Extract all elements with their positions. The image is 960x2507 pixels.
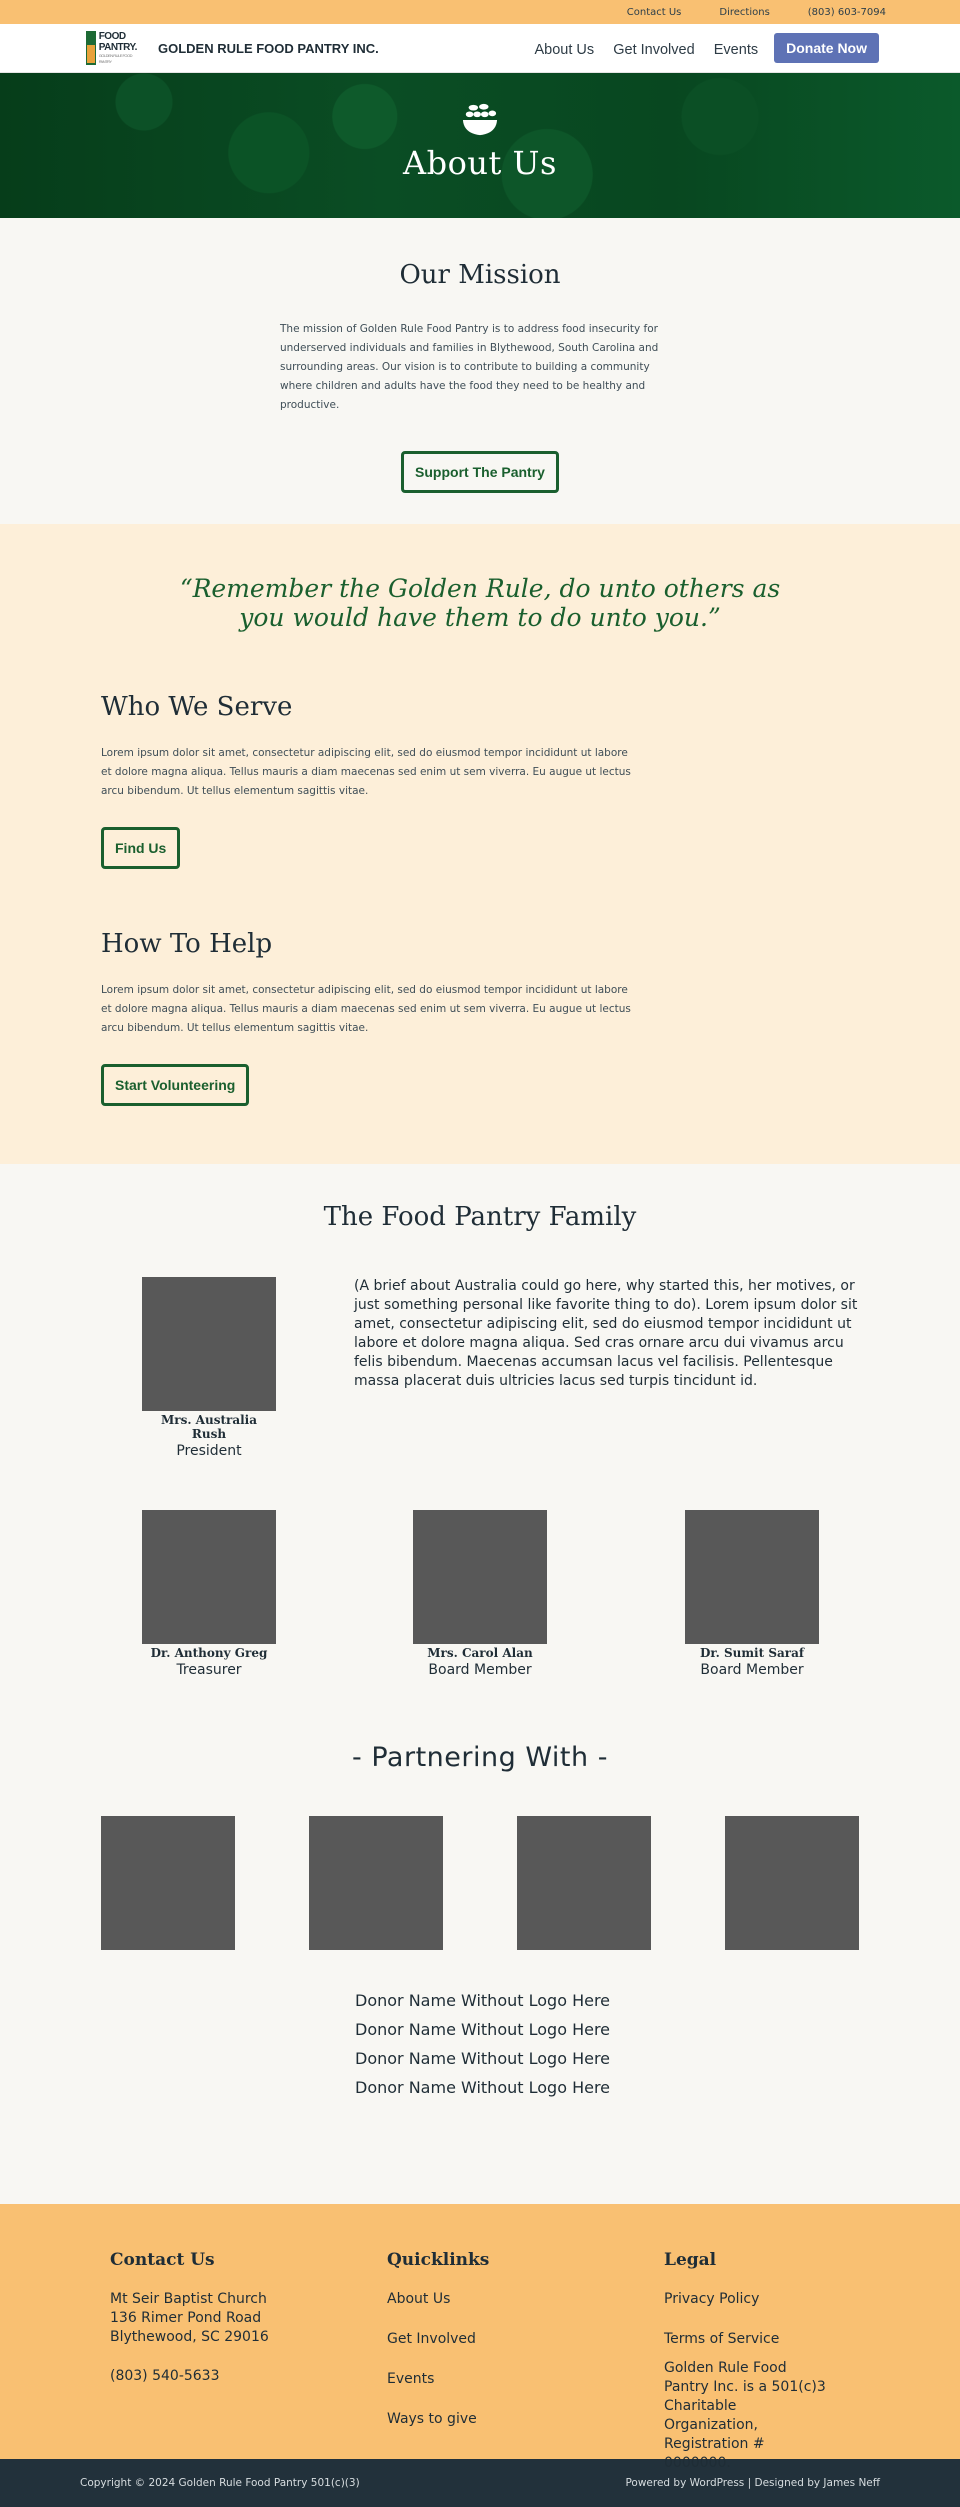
member-role: President [176,1443,242,1459]
member-name: Mrs. Carol Alan [427,1646,533,1660]
team-member-president: Mrs. Australia Rush President [142,1277,276,1459]
team-member: Mrs. Carol Alan Board Member [413,1510,547,1678]
topbar-phone-link[interactable]: (803) 603-7094 [808,7,886,18]
nav-about-us[interactable]: About Us [535,42,595,58]
member-role: Board Member [700,1662,804,1678]
golden-rule-quote: “Remember the Golden Rule, do unto other… [179,574,781,632]
start-volunteering-button[interactable]: Start Volunteering [101,1064,250,1106]
bread-bowl-icon [462,103,498,135]
how-to-help-body: Lorem ipsum dolor sit amet, consectetur … [101,984,631,1034]
donor-name: Donor Name Without Logo Here [355,1991,611,2010]
member-name: Dr. Sumit Saraf [699,1646,805,1660]
site-logo[interactable]: FOOD PANTRY. GOLDEN RULE FOOD PANTRY [86,30,144,66]
member-name: Mrs. Australia Rush [160,1413,258,1441]
find-us-button[interactable]: Find Us [101,827,181,869]
hero-banner: About Us [0,73,960,218]
team-member: Dr. Anthony Greg Treasurer [142,1510,276,1678]
donor-list: Donor Name Without Logo Here Donor Name … [355,1986,655,2102]
footer-legal-note: Golden Rule Food Pantry Inc. is a 501(c)… [664,2360,826,2471]
donor-name: Donor Name Without Logo Here [355,2078,611,2097]
site-title[interactable]: GOLDEN RULE FOOD PANTRY INC. [158,41,521,56]
footer-link-privacy[interactable]: Privacy Policy [664,2290,834,2309]
page-title: About Us [403,143,557,182]
footer-phone[interactable]: (803) 540-5633 [110,2367,269,2386]
topbar-contact-link[interactable]: Contact Us [627,7,682,18]
who-we-serve-block: Who We Serve Lorem ipsum dolor sit amet,… [101,692,641,869]
footer-quicklinks-title: Quicklinks [387,2250,490,2270]
footer-address-line1: Mt Seir Baptist Church [110,2291,267,2307]
footer-link-ways-to-give[interactable]: Ways to give [387,2410,489,2429]
donor-name: Donor Name Without Logo Here [355,2020,611,2039]
footer-link-about-us[interactable]: About Us [387,2290,489,2309]
footer-contact: Contact Us Mt Seir Baptist Church 136 Ri… [110,2250,269,2386]
member-photo [413,1510,547,1644]
donor-name: Donor Name Without Logo Here [355,2049,611,2068]
footer-legal-title: Legal [664,2250,717,2270]
family-title: The Food Pantry Family [323,1202,637,1232]
family-section: The Food Pantry Family Mrs. Australia Ru… [0,1164,960,2204]
site-header: FOOD PANTRY. GOLDEN RULE FOOD PANTRY GOL… [0,24,960,73]
top-utility-bar: Contact Us Directions (803) 603-7094 [0,0,960,24]
member-role: Board Member [428,1662,532,1678]
credit-text: Powered by WordPress | Designed by James… [625,2477,880,2489]
footer-link-terms[interactable]: Terms of Service [664,2330,834,2349]
donate-now-button[interactable]: Donate Now [774,33,879,63]
member-photo [685,1510,819,1644]
mission-title: Our Mission [399,260,561,290]
logo-tagline: GOLDEN RULE FOOD PANTRY [98,53,133,64]
member-photo [142,1277,276,1411]
partner-logo[interactable] [725,1816,859,1950]
how-to-help-block: How To Help Lorem ipsum dolor sit amet, … [101,929,641,1106]
nav-events[interactable]: Events [714,42,758,58]
footer-link-events[interactable]: Events [387,2370,489,2389]
how-to-help-title: How To Help [101,929,273,959]
member-name: Dr. Anthony Greg [150,1646,268,1660]
topbar-directions-link[interactable]: Directions [719,7,769,18]
nav-get-involved[interactable]: Get Involved [613,42,694,58]
president-bio: (A brief about Australia could go here, … [354,1278,858,1389]
footer-legal: Legal Privacy Policy Terms of Service Go… [664,2250,834,2473]
logo-line2: PANTRY. [98,42,138,53]
partner-logo[interactable] [309,1816,443,1950]
support-pantry-button[interactable]: Support The Pantry [401,451,559,493]
main-nav: About Us Get Involved Events [521,39,759,58]
member-photo [142,1510,276,1644]
member-role: Treasurer [176,1662,242,1678]
footer-address-line2: 136 Rimer Pond Road [110,2310,262,2326]
footer-quicklinks: Quicklinks About Us Get Involved Events … [387,2250,489,2450]
copyright-text: Copyright © 2024 Golden Rule Food Pantry… [80,2477,360,2489]
partnering-title: - Partnering With - [352,1742,608,1773]
logo-mark-icon [86,31,96,65]
values-section: “Remember the Golden Rule, do unto other… [0,524,960,1164]
footer-contact-title: Contact Us [110,2250,215,2270]
partner-logo[interactable] [101,1816,235,1950]
partner-logo[interactable] [517,1816,651,1950]
team-member: Dr. Sumit Saraf Board Member [685,1510,819,1678]
footer-link-get-involved[interactable]: Get Involved [387,2330,489,2349]
mission-body: The mission of Golden Rule Food Pantry i… [280,323,659,411]
who-we-serve-body: Lorem ipsum dolor sit amet, consectetur … [101,747,631,797]
footer-address-line3: Blythewood, SC 29016 [110,2329,269,2345]
site-footer: Contact Us Mt Seir Baptist Church 136 Ri… [0,2204,960,2471]
mission-section: Our Mission The mission of Golden Rule F… [0,218,960,524]
logo-line1: FOOD [98,31,126,42]
who-we-serve-title: Who We Serve [101,692,293,722]
